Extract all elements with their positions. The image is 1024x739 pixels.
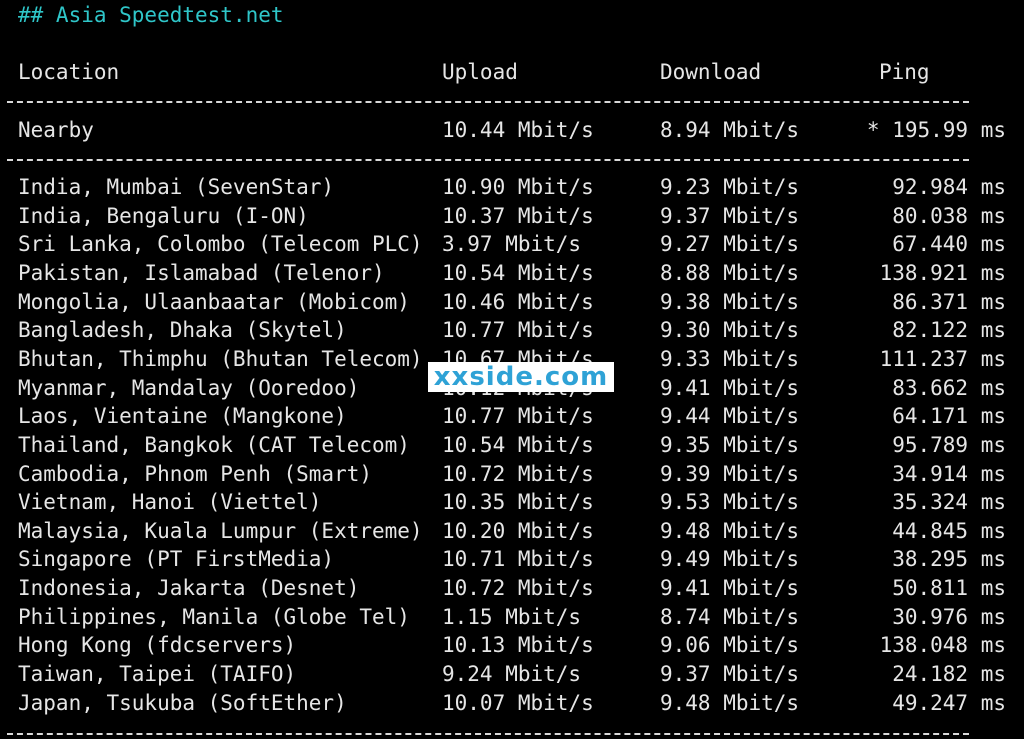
- row-ping: 34.914 ms: [892, 461, 1006, 486]
- row-location: Mongolia, Ulaanbaatar (Mobicom): [18, 289, 410, 314]
- row-ping: 80.038 ms: [892, 203, 1006, 228]
- row-download: 9.37 Mbit/s: [660, 662, 800, 687]
- row-ping: 64.171 ms: [892, 404, 1006, 429]
- row-ping: 138.048 ms: [879, 633, 1006, 658]
- row-ping: 49.247 ms: [892, 690, 1006, 715]
- row-location: Pakistan, Islamabad (Telenor): [18, 260, 385, 285]
- row-location: Bangladesh, Dhaka (Skytel): [18, 318, 347, 343]
- nearby-ping: * 195.99 ms: [866, 118, 1006, 142]
- row-location: Myanmar, Mandalay (Ooredoo): [18, 375, 360, 400]
- row-location: India, Bengaluru (I-ON): [18, 203, 309, 228]
- row-location: Philippines, Manila (Globe Tel): [18, 604, 410, 629]
- row-download: 8.74 Mbit/s: [660, 604, 800, 629]
- header-download: Download: [660, 60, 762, 84]
- row-download: 9.53 Mbit/s: [660, 490, 800, 515]
- row-download: 9.30 Mbit/s: [660, 318, 800, 343]
- row-download: 9.49 Mbit/s: [660, 547, 800, 572]
- row-download: 9.37 Mbit/s: [660, 203, 800, 228]
- row-location: Sri Lanka, Colombo (Telecom PLC): [18, 232, 423, 257]
- nearby-upload: 10.44 Mbit/s: [442, 118, 594, 142]
- row-ping: 138.921 ms: [879, 260, 1006, 285]
- row-download: 9.38 Mbit/s: [660, 289, 800, 314]
- row-location: Vietnam, Hanoi (Viettel): [18, 490, 322, 515]
- row-location: Laos, Vientaine (Mangkone): [18, 404, 347, 429]
- row-download: 9.06 Mbit/s: [660, 633, 800, 658]
- row-location: Singapore (PT FirstMedia): [18, 547, 335, 572]
- watermark-label: xxside.com: [428, 362, 614, 392]
- row-ping: 67.440 ms: [892, 232, 1006, 257]
- row-ping: 83.662 ms: [892, 375, 1006, 400]
- row-ping: 24.182 ms: [892, 662, 1006, 687]
- row-ping: 86.371 ms: [892, 289, 1006, 314]
- row-ping: 44.845 ms: [892, 518, 1006, 543]
- separator-line: [7, 733, 969, 735]
- row-ping: 35.324 ms: [892, 490, 1006, 515]
- nearby-row: Nearby 10.44 Mbit/s 8.94 Mbit/s * 195.99…: [0, 116, 1006, 144]
- row-download: 9.33 Mbit/s: [660, 346, 800, 371]
- terminal-window: ## Asia Speedtest.net Location Upload Do…: [0, 0, 1024, 739]
- row-upload: 10.77 Mbit/s: [442, 404, 594, 429]
- row-location: Malaysia, Kuala Lumpur (Extreme): [18, 518, 423, 543]
- row-location: India, Mumbai (SevenStar): [18, 175, 335, 199]
- row-location: Indonesia, Jakarta (Desnet): [18, 576, 360, 601]
- row-upload: 9.24 Mbit/s: [442, 662, 582, 687]
- row-location: Bhutan, Thimphu (Bhutan Telecom): [18, 346, 423, 371]
- row-upload: 10.20 Mbit/s: [442, 518, 594, 543]
- row-ping: 111.237 ms: [879, 346, 1006, 371]
- row-download: 9.27 Mbit/s: [660, 232, 800, 257]
- row-download: 9.39 Mbit/s: [660, 461, 800, 486]
- row-download: 9.41 Mbit/s: [660, 576, 800, 601]
- row-upload: 10.72 Mbit/s: [442, 576, 594, 601]
- row-location: Japan, Tsukuba (SoftEther): [18, 690, 347, 715]
- row-ping: 38.295 ms: [892, 547, 1006, 572]
- row-download: 9.41 Mbit/s: [660, 375, 800, 400]
- row-upload: 10.54 Mbit/s: [442, 432, 594, 457]
- row-location: Thailand, Bangkok (CAT Telecom): [18, 432, 410, 457]
- row-upload: 10.35 Mbit/s: [442, 490, 594, 515]
- row-download: 9.48 Mbit/s: [660, 690, 800, 715]
- row-ping: 82.122 ms: [892, 318, 1006, 343]
- row-upload: 10.37 Mbit/s: [442, 203, 594, 228]
- row-download: 9.35 Mbit/s: [660, 432, 800, 457]
- row-download: 9.44 Mbit/s: [660, 404, 800, 429]
- row-download: 8.88 Mbit/s: [660, 260, 800, 285]
- header-location: Location: [18, 60, 120, 84]
- table-header: Location Upload Download Ping: [0, 58, 930, 86]
- nearby-location: Nearby: [18, 118, 94, 142]
- separator-line: [7, 159, 969, 161]
- row-upload: 10.46 Mbit/s: [442, 289, 594, 314]
- row-ping: 95.789 ms: [892, 432, 1006, 457]
- row-upload: 10.72 Mbit/s: [442, 461, 594, 486]
- row-upload: 10.71 Mbit/s: [442, 547, 594, 572]
- row-download: 9.48 Mbit/s: [660, 518, 800, 543]
- row-upload: 10.07 Mbit/s: [442, 690, 594, 715]
- row-upload: 10.90 Mbit/s: [442, 175, 594, 199]
- row-upload: 1.15 Mbit/s: [442, 604, 582, 629]
- row-ping: 50.811 ms: [892, 576, 1006, 601]
- row-upload: 10.13 Mbit/s: [442, 633, 594, 658]
- nearby-download: 8.94 Mbit/s: [660, 118, 800, 142]
- row-location: Cambodia, Phnom Penh (Smart): [18, 461, 373, 486]
- row-ping: 30.976 ms: [892, 604, 1006, 629]
- row-upload: 10.77 Mbit/s: [442, 318, 594, 343]
- row-location: Hong Kong (fdcservers): [18, 633, 297, 658]
- row-upload: 10.54 Mbit/s: [442, 260, 594, 285]
- header-ping: Ping: [879, 60, 930, 84]
- row-location: Taiwan, Taipei (TAIFO): [18, 662, 297, 687]
- row-download: 9.23 Mbit/s: [660, 175, 800, 199]
- header-upload: Upload: [442, 60, 518, 84]
- separator-line: [7, 101, 969, 103]
- section-title: ## Asia Speedtest.net: [18, 3, 284, 27]
- row-upload: 3.97 Mbit/s: [442, 232, 582, 257]
- row-ping: 92.984 ms: [892, 175, 1006, 199]
